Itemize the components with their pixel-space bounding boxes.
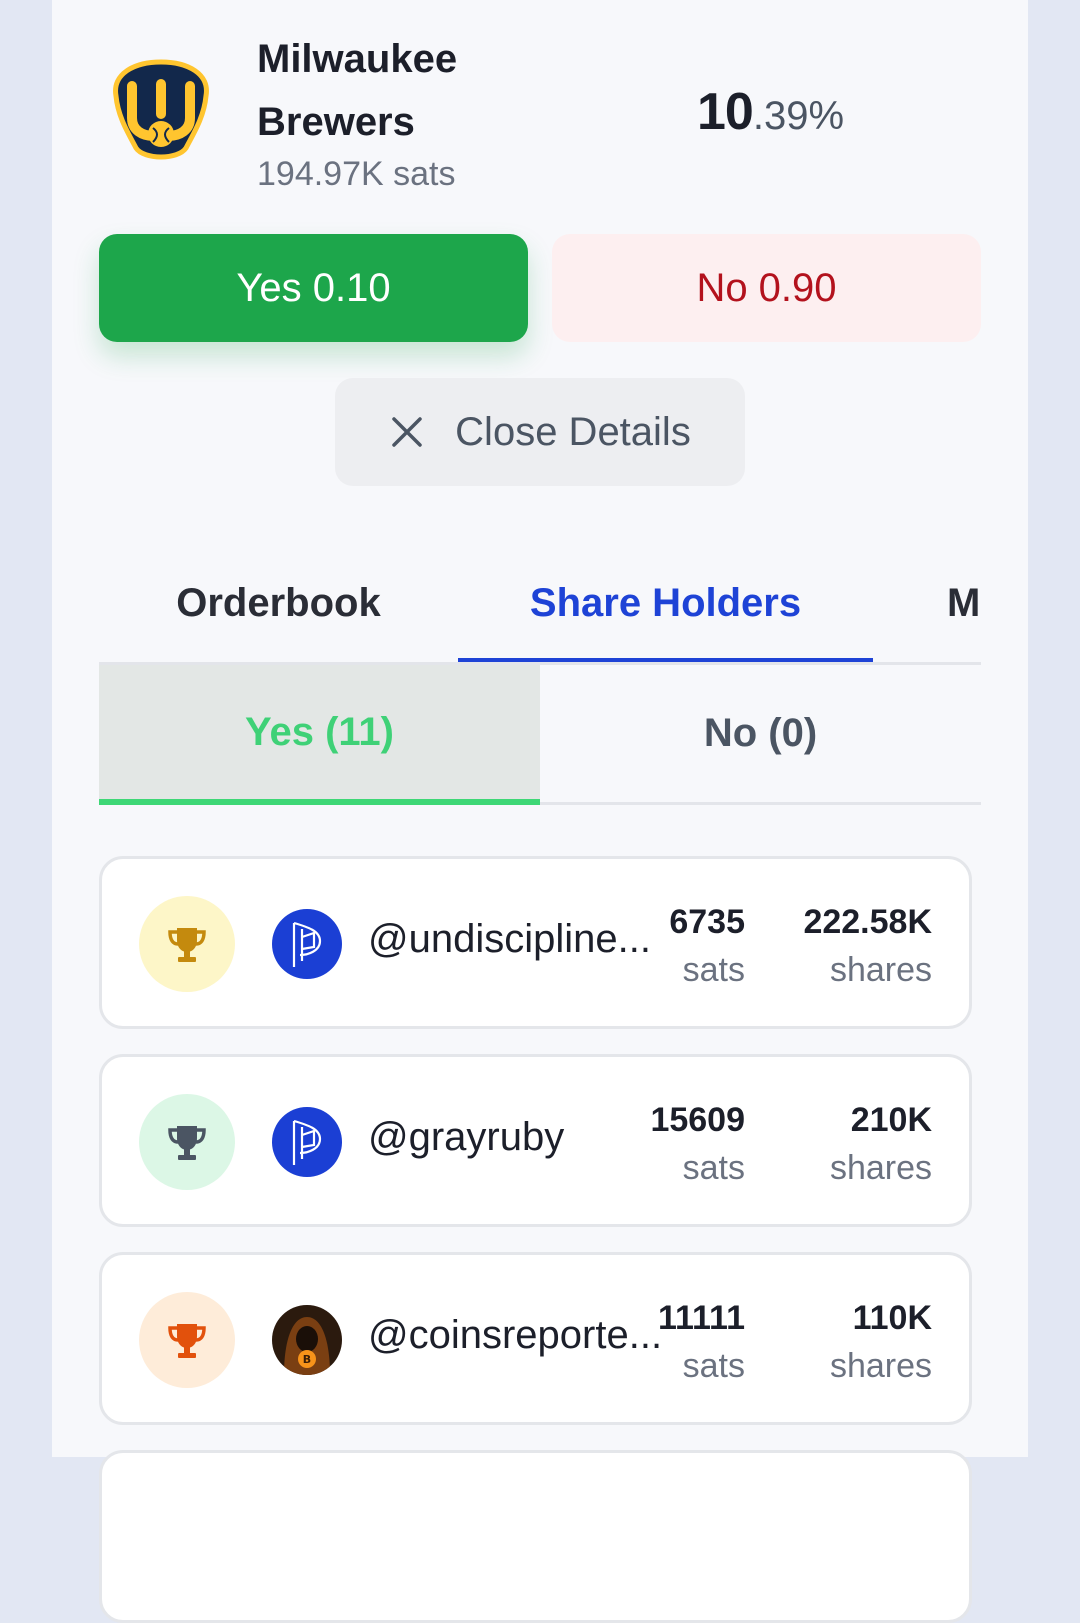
tab-share-holders[interactable]: Share Holders — [458, 545, 873, 662]
tab-more[interactable]: M — [947, 545, 981, 662]
shares-unit: shares — [829, 1347, 932, 1385]
subtab-yes-holders[interactable]: Yes (11) — [99, 665, 540, 805]
subtab-no-holders[interactable]: No (0) — [540, 665, 981, 805]
buy-yes-button[interactable]: Yes 0.10 — [99, 234, 528, 342]
holder-shares: 210K shares — [830, 1097, 932, 1193]
primal-logo-avatar — [272, 1107, 342, 1177]
primal-logo-avatar — [272, 909, 342, 979]
holder-shares: 222.58K shares — [803, 899, 932, 995]
rank-badge — [139, 896, 235, 992]
holder-handle[interactable]: @undiscipline... — [368, 917, 651, 962]
rank-badge — [139, 1292, 235, 1388]
sats-unit: sats — [682, 1347, 745, 1385]
hooded-bitcoin-avatar: B — [272, 1305, 342, 1375]
silver-trophy-icon — [168, 1126, 206, 1160]
holder-shares: 110K shares — [830, 1295, 932, 1391]
probability-int: 10 — [697, 83, 754, 141]
rank-badge — [139, 1094, 235, 1190]
shares-unit: shares — [829, 951, 932, 989]
gold-trophy-icon — [168, 928, 206, 962]
close-details-button[interactable]: Close Details — [335, 378, 745, 486]
holder-card[interactable]: @grayruby 15609 sats 210K shares — [99, 1054, 972, 1227]
sats-value: 11111 — [657, 1299, 745, 1337]
probability: 10.39% — [697, 82, 844, 142]
team-name: Milwaukee Brewers — [257, 37, 458, 144]
buy-no-button[interactable]: No 0.90 — [552, 234, 981, 342]
holder-card[interactable] — [99, 1450, 972, 1623]
bronze-trophy-icon — [168, 1324, 206, 1358]
sats-value: 6735 — [669, 903, 745, 941]
shares-value: 222.58K — [803, 903, 932, 941]
close-icon — [389, 414, 425, 450]
holder-card[interactable]: B @coinsreporte... 11111 sats 110K share… — [99, 1252, 972, 1425]
shares-value: 110K — [852, 1299, 932, 1337]
holder-handle[interactable]: @grayruby — [368, 1115, 564, 1160]
holder-sats: 6735 sats — [669, 899, 745, 995]
holder-sats: 15609 sats — [650, 1097, 745, 1193]
svg-text:B: B — [303, 1353, 311, 1366]
tab-orderbook[interactable]: Orderbook — [99, 545, 458, 662]
sats-unit: sats — [682, 1149, 745, 1187]
market-volume: 194.97K sats — [257, 155, 456, 193]
holder-card[interactable]: @undiscipline... 6735 sats 222.58K share… — [99, 856, 972, 1029]
probability-decimal: .39% — [752, 94, 845, 138]
detail-tabs: Orderbook Share Holders M — [99, 545, 981, 665]
shares-unit: shares — [829, 1149, 932, 1187]
sats-value: 15609 — [650, 1101, 745, 1139]
close-details-label: Close Details — [455, 409, 691, 454]
sats-unit: sats — [682, 951, 745, 989]
brewers-glove-logo — [108, 56, 214, 168]
holder-sats: 11111 sats — [658, 1295, 745, 1391]
holder-handle[interactable]: @coinsreporte... — [368, 1313, 662, 1358]
shares-value: 210K — [850, 1101, 932, 1139]
